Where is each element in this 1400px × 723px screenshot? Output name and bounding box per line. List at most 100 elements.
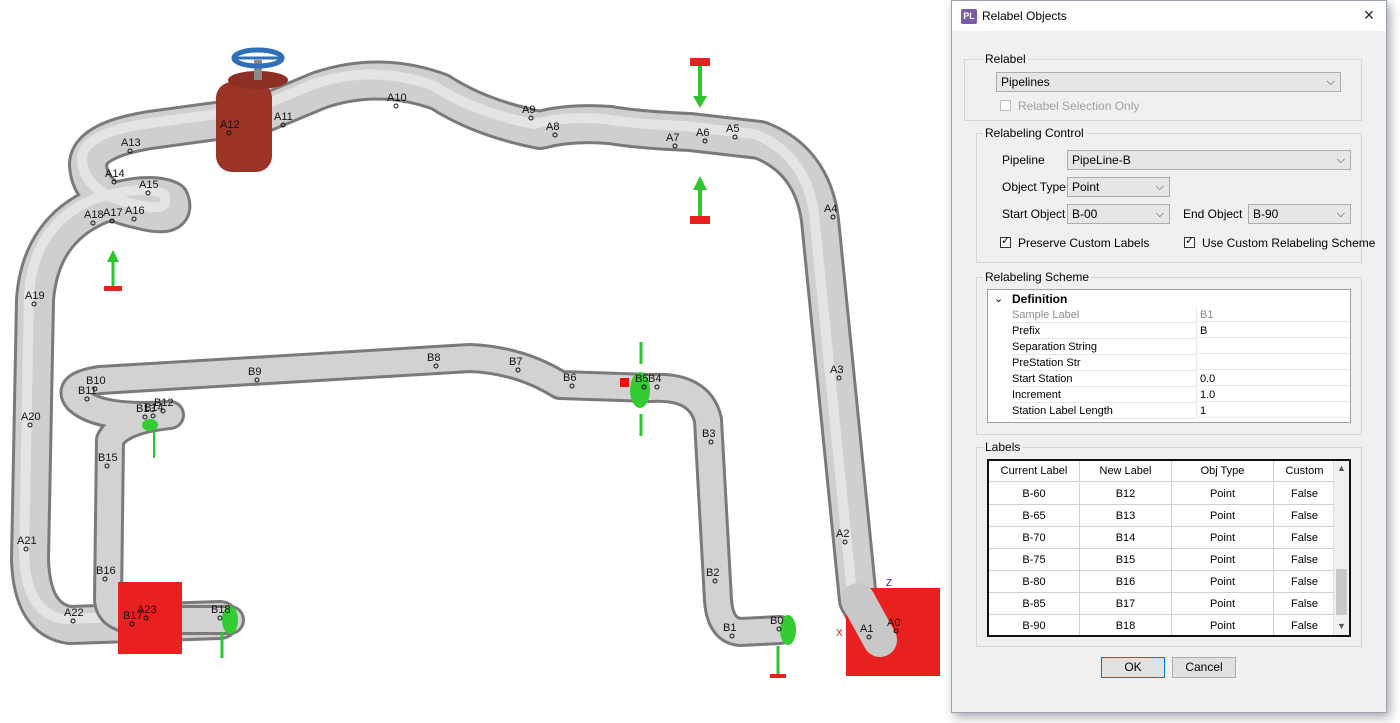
table-cell[interactable]: False xyxy=(1274,527,1336,549)
labels-table[interactable]: Current Label New Label Obj Type Custom B-6… xyxy=(987,459,1351,637)
node-label[interactable]: A2 xyxy=(836,528,849,540)
grid-row-value[interactable]: 0.0 xyxy=(1196,371,1350,386)
table-cell[interactable]: B-80 xyxy=(989,571,1080,593)
table-cell[interactable]: False xyxy=(1274,483,1336,505)
node-label[interactable]: A13 xyxy=(121,137,141,149)
grid-row-value[interactable] xyxy=(1196,355,1350,370)
table-cell[interactable]: B-65 xyxy=(989,505,1080,527)
close-icon[interactable]: × xyxy=(1356,5,1382,27)
node-label[interactable]: B18 xyxy=(211,604,231,616)
use-custom-scheme-checkbox[interactable]: ✓ xyxy=(1184,235,1195,248)
node-label[interactable]: A3 xyxy=(830,364,843,376)
table-scrollbar[interactable]: ▲ ▼ xyxy=(1333,461,1349,635)
grid-row-value[interactable]: B1 xyxy=(1196,307,1350,322)
node-marker[interactable] xyxy=(393,103,399,109)
model-viewport[interactable]: Z X A0 A1 A2 A3 A4 A5 A6 A7 A8 A9 A10 A11 A12 A13 A14 A… xyxy=(0,0,950,723)
table-cell[interactable]: Point xyxy=(1172,549,1274,571)
node-label[interactable]: A4 xyxy=(824,203,837,215)
node-label[interactable]: A7 xyxy=(666,132,679,144)
table-cell[interactable]: Point xyxy=(1172,593,1274,615)
node-label[interactable]: A22 xyxy=(64,607,84,619)
column-header[interactable]: Custom xyxy=(1274,461,1336,482)
ok-button[interactable]: OK xyxy=(1101,657,1165,678)
node-label[interactable]: A19 xyxy=(25,290,45,302)
table-cell[interactable]: B15 xyxy=(1080,549,1172,571)
cancel-button[interactable]: Cancel xyxy=(1172,657,1236,678)
node-label[interactable]: B4 xyxy=(648,373,661,385)
node-label[interactable]: B1 xyxy=(723,622,736,634)
relabel-selection-only-checkbox[interactable] xyxy=(1000,100,1011,111)
table-cell[interactable]: B-60 xyxy=(989,483,1080,505)
node-label[interactable]: B9 xyxy=(248,366,261,378)
pipeline-select[interactable]: PipeLine-B ⌵ xyxy=(1067,150,1351,170)
node-label[interactable]: A12 xyxy=(220,119,240,131)
object-type-select[interactable]: Point ⌵ xyxy=(1067,177,1170,197)
table-cell[interactable]: B18 xyxy=(1080,615,1172,635)
table-cell[interactable]: Point xyxy=(1172,505,1274,527)
grid-row[interactable]: Separation String xyxy=(988,339,1350,355)
node-label[interactable]: A20 xyxy=(21,411,41,423)
node-label[interactable]: A10 xyxy=(387,92,407,104)
table-cell[interactable]: False xyxy=(1274,593,1336,615)
grid-row[interactable]: PreStation Str xyxy=(988,355,1350,371)
grid-row[interactable]: Start Station 0.0 xyxy=(988,371,1350,387)
node-label[interactable]: A11 xyxy=(274,111,293,123)
grid-row-value[interactable] xyxy=(1196,339,1350,354)
node-label[interactable]: B8 xyxy=(427,352,440,364)
table-cell[interactable]: B16 xyxy=(1080,571,1172,593)
grid-row[interactable]: Increment 1.0 xyxy=(988,387,1350,403)
end-object-select[interactable]: B-90 ⌵ xyxy=(1248,204,1351,224)
node-label[interactable]: B16 xyxy=(96,565,116,577)
table-cell[interactable]: B-70 xyxy=(989,527,1080,549)
node-label[interactable]: B2 xyxy=(706,567,719,579)
node-label[interactable]: A6 xyxy=(696,127,709,139)
table-cell[interactable]: False xyxy=(1274,505,1336,527)
node-label[interactable]: A18 xyxy=(84,209,104,221)
node-label[interactable]: A8 xyxy=(546,121,559,133)
node-label[interactable]: B6 xyxy=(563,372,576,384)
node-label[interactable]: A21 xyxy=(17,535,37,547)
node-label[interactable]: A5 xyxy=(726,123,739,135)
table-cell[interactable]: B-90 xyxy=(989,615,1080,635)
grid-row-value[interactable]: B xyxy=(1196,323,1350,338)
table-cell[interactable]: Point xyxy=(1172,571,1274,593)
grid-category-row[interactable]: ⌄ Definition xyxy=(988,291,1350,307)
table-cell[interactable]: B17 xyxy=(1080,593,1172,615)
grid-row[interactable]: Prefix B xyxy=(988,323,1350,339)
relabel-object-select[interactable]: Pipelines ⌵ xyxy=(996,72,1341,92)
table-cell[interactable]: B13 xyxy=(1080,505,1172,527)
scroll-down-icon[interactable]: ▼ xyxy=(1334,621,1349,631)
node-label[interactable]: A0 xyxy=(887,617,900,629)
node-label[interactable]: B17 xyxy=(123,610,143,622)
table-cell[interactable]: False xyxy=(1274,549,1336,571)
table-cell[interactable]: False xyxy=(1274,571,1336,593)
node-label[interactable]: B5 xyxy=(635,373,648,385)
node-label[interactable]: A1 xyxy=(860,623,873,635)
node-label[interactable]: B7 xyxy=(509,356,522,368)
node-label[interactable]: A17 xyxy=(103,207,123,219)
title-bar[interactable]: PL Relabel Objects × xyxy=(952,1,1386,31)
node-label[interactable]: B0 xyxy=(770,615,783,627)
column-header[interactable]: Obj Type xyxy=(1172,461,1274,482)
grid-row[interactable]: Sample Label B1 xyxy=(988,307,1350,323)
relabeling-scheme-grid[interactable]: ⌄ Definition Sample Label B1 Prefix B Separa… xyxy=(987,289,1351,423)
node-label[interactable]: B11 xyxy=(78,385,97,397)
table-cell[interactable]: B12 xyxy=(1080,483,1172,505)
table-cell[interactable]: False xyxy=(1274,615,1336,635)
start-object-select[interactable]: B-00 ⌵ xyxy=(1067,204,1170,224)
table-cell[interactable]: Point xyxy=(1172,615,1274,635)
node-label[interactable]: B3 xyxy=(702,428,715,440)
table-cell[interactable]: B14 xyxy=(1080,527,1172,549)
pipe-model-canvas[interactable]: Z X A0 A1 A2 A3 A4 A5 A6 A7 A8 A9 A10 A11 A12 A13 A14 A… xyxy=(0,0,950,723)
grid-row[interactable]: Station Label Length 1 xyxy=(988,403,1350,419)
grid-row-value[interactable]: 1.0 xyxy=(1196,387,1350,402)
node-label[interactable]: B15 xyxy=(98,452,118,464)
table-cell[interactable]: B-75 xyxy=(989,549,1080,571)
node-label[interactable]: B14 xyxy=(144,402,164,414)
column-header[interactable]: Current Label xyxy=(989,461,1080,482)
node-label[interactable]: A9 xyxy=(522,104,535,116)
scroll-up-icon[interactable]: ▲ xyxy=(1334,463,1349,473)
table-cell[interactable]: Point xyxy=(1172,527,1274,549)
node-label[interactable]: A14 xyxy=(105,168,125,180)
table-cell[interactable]: Point xyxy=(1172,483,1274,505)
